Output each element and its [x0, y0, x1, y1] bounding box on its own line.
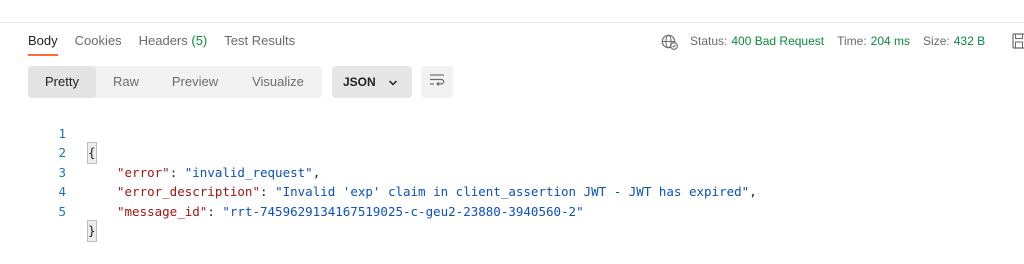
- view-visualize-button[interactable]: Visualize: [234, 66, 322, 98]
- view-raw-button[interactable]: Raw: [96, 66, 156, 98]
- panel-divider: [0, 22, 1024, 23]
- code-line: 1 {: [0, 104, 1024, 164]
- status-value[interactable]: 400 Bad Request: [731, 34, 824, 48]
- view-preview-button[interactable]: Preview: [156, 66, 234, 98]
- json-value: "rrt-7459629134167519025-c-geu2-23880-39…: [222, 203, 584, 219]
- status-label: Status:: [690, 34, 728, 48]
- time-label: Time:: [837, 34, 867, 48]
- format-dropdown[interactable]: JSON: [332, 66, 412, 98]
- tab-headers[interactable]: Headers (5): [139, 33, 208, 49]
- tab-body[interactable]: Body: [28, 33, 58, 56]
- save-icon[interactable]: [1012, 33, 1024, 49]
- view-visualize-label: Visualize: [252, 74, 304, 89]
- close-brace[interactable]: }: [87, 220, 97, 242]
- view-pretty-button[interactable]: Pretty: [28, 66, 96, 98]
- globe-icon[interactable]: [660, 32, 678, 50]
- tab-body-label: Body: [28, 33, 58, 48]
- json-colon: :: [207, 203, 223, 219]
- tab-cookies[interactable]: Cookies: [75, 33, 122, 49]
- size-label: Size:: [923, 34, 950, 48]
- headers-count-badge: (5): [191, 33, 208, 48]
- wrap-lines-button[interactable]: [421, 66, 453, 98]
- view-preview-label: Preview: [171, 74, 219, 89]
- code-line: 2 "error": "invalid_request",: [0, 124, 1024, 180]
- view-pretty-label: Pretty: [45, 74, 79, 89]
- size-value[interactable]: 432 B: [954, 34, 985, 48]
- tab-test-results-label: Test Results: [224, 33, 296, 48]
- response-panel: Body Cookies Headers (5) Test Results St…: [0, 0, 1024, 264]
- format-selected-label: JSON: [343, 75, 376, 89]
- time-value[interactable]: 204 ms: [871, 34, 910, 48]
- tab-test-results[interactable]: Test Results: [224, 33, 295, 49]
- code-line: 5 }: [0, 182, 1024, 242]
- line-number: 5: [58, 203, 66, 219]
- tab-cookies-label: Cookies: [74, 33, 122, 48]
- chevron-down-icon: [388, 77, 398, 91]
- view-mode-group: Pretty Raw Preview Visualize: [28, 66, 322, 98]
- wrap-lines-icon: [429, 73, 445, 92]
- code-line: 3 "error_description": "Invalid 'exp' cl…: [0, 143, 1024, 200]
- response-body-editor[interactable]: 1 { 2 "error": "invalid_request", 3 "err…: [0, 104, 1024, 242]
- response-meta: Status: 400 Bad Request Time: 204 ms Siz…: [660, 32, 998, 50]
- response-tabs: Body Cookies Headers (5) Test Results: [28, 33, 312, 57]
- tab-headers-label: Headers: [138, 33, 188, 48]
- view-raw-label: Raw: [112, 74, 139, 89]
- json-key: "message_id": [117, 203, 208, 219]
- code-line: 4 "message_id": "rrt-7459629134167519025…: [0, 163, 1024, 219]
